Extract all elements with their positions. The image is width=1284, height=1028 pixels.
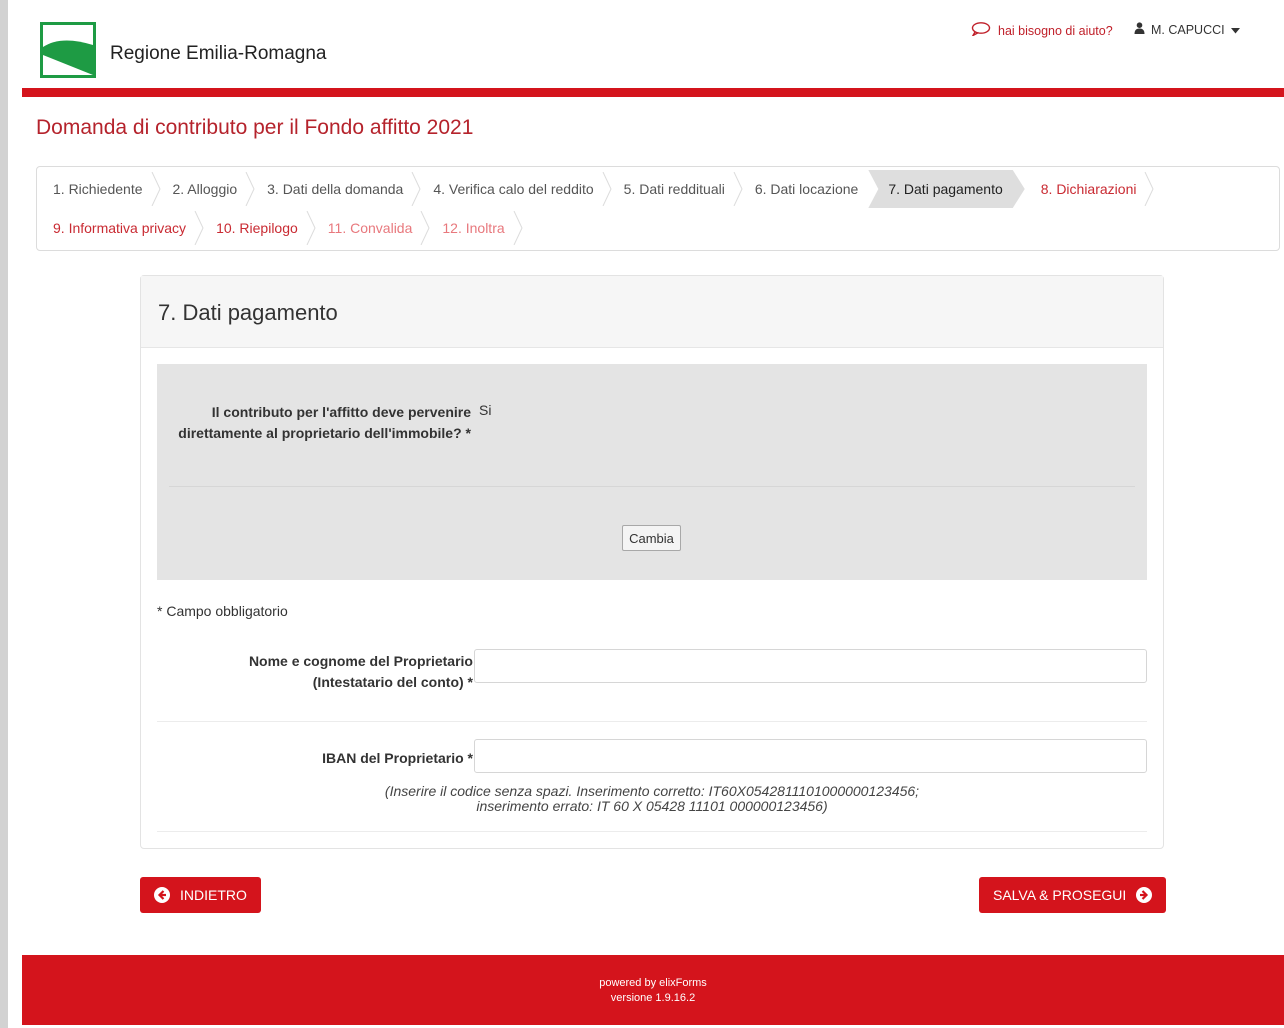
step-6-dati-locazione[interactable]: 6. Dati locazione — [739, 170, 873, 208]
iban-label: IBAN del Proprietario * — [322, 750, 473, 766]
header: Regione Emilia-Romagna hai bisogno di ai… — [22, 0, 1284, 88]
left-edge-bar — [0, 0, 8, 1028]
owner-name-label: Nome e cognome del Proprietario (Intesta… — [248, 653, 473, 690]
step-5-dati-reddituali[interactable]: 5. Dati reddituali — [608, 170, 743, 208]
region-logo[interactable] — [40, 22, 96, 78]
change-button[interactable]: Cambia — [622, 525, 681, 551]
payment-recipient-question: Il contributo per l'affitto deve perveni… — [178, 404, 471, 441]
header-red-bar — [22, 88, 1284, 97]
iban-hint: (Inserire il codice senza spazi. Inserim… — [157, 784, 1147, 814]
iban-hint-line-2: inserimento errato: IT 60 X 05428 11101 … — [476, 798, 828, 814]
step-12-inoltra[interactable]: 12. Inoltra — [426, 209, 523, 247]
wizard-steps-row-1: 1. Richiedente 2. Alloggio 3. Dati della… — [37, 170, 1155, 208]
user-icon — [1134, 22, 1145, 37]
step-11-convalida[interactable]: 11. Convalida — [312, 209, 430, 247]
footer: powered by elixForms versione 1.9.16.2 — [22, 955, 1284, 1025]
user-name: M. CAPUCCI — [1151, 22, 1225, 37]
field-divider-bottom — [157, 831, 1147, 832]
payment-recipient-box: Il contributo per l'affitto deve perveni… — [157, 364, 1147, 580]
save-and-continue-button[interactable]: SALVA & PROSEGUI — [979, 877, 1167, 913]
iban-hint-line-1: (Inserire il codice senza spazi. Inserim… — [384, 783, 920, 799]
footer-version: versione 1.9.16.2 — [610, 992, 696, 1004]
brand-name: Regione Emilia-Romagna — [110, 43, 327, 64]
step-2-alloggio[interactable]: 2. Alloggio — [157, 170, 255, 208]
region-logo-icon — [43, 25, 93, 75]
user-menu[interactable]: M. CAPUCCI — [1134, 22, 1240, 37]
field-divider — [157, 721, 1147, 722]
help-label: hai bisogno di aiuto? — [998, 23, 1113, 38]
step-9-informativa-privacy[interactable]: 9. Informativa privacy — [37, 209, 204, 247]
arrow-circle-left-icon — [154, 887, 170, 903]
wizard-steps: 1. Richiedente 2. Alloggio 3. Dati della… — [36, 166, 1280, 251]
step-7-dati-pagamento[interactable]: 7. Dati pagamento — [868, 170, 1024, 208]
arrow-circle-right-icon — [1136, 887, 1153, 903]
page: Regione Emilia-Romagna hai bisogno di ai… — [22, 0, 1284, 1028]
speech-bubble-icon — [971, 22, 991, 39]
step-8-dichiarazioni[interactable]: 8. Dichiarazioni — [1025, 170, 1155, 208]
help-link[interactable]: hai bisogno di aiuto? — [971, 22, 1113, 39]
back-button[interactable]: INDIETRO — [140, 877, 261, 913]
iban-input[interactable] — [474, 739, 1147, 773]
step-4-verifica-calo-reddito[interactable]: 4. Verifica calo del reddito — [417, 170, 612, 208]
owner-name-input[interactable] — [474, 649, 1147, 683]
box-divider — [169, 486, 1135, 487]
panel-title: 7. Dati pagamento — [141, 276, 1163, 348]
step-10-riepilogo[interactable]: 10. Riepilogo — [200, 209, 316, 247]
payment-panel: 7. Dati pagamento Il contributo per l'af… — [140, 275, 1164, 849]
page-title: Domanda di contributo per il Fondo affit… — [36, 116, 474, 139]
footer-powered-by: powered by elixForms — [599, 977, 707, 989]
back-label: INDIETRO — [180, 887, 247, 903]
step-1-richiedente[interactable]: 1. Richiedente — [37, 170, 161, 208]
required-field-note: * Campo obbligatorio — [157, 603, 288, 619]
save-and-continue-label: SALVA & PROSEGUI — [993, 887, 1127, 903]
payment-recipient-answer: Si — [479, 402, 492, 418]
wizard-steps-row-2: 9. Informativa privacy 10. Riepilogo 11.… — [37, 209, 523, 247]
caret-down-icon — [1230, 23, 1240, 37]
step-3-dati-domanda[interactable]: 3. Dati della domanda — [251, 170, 421, 208]
